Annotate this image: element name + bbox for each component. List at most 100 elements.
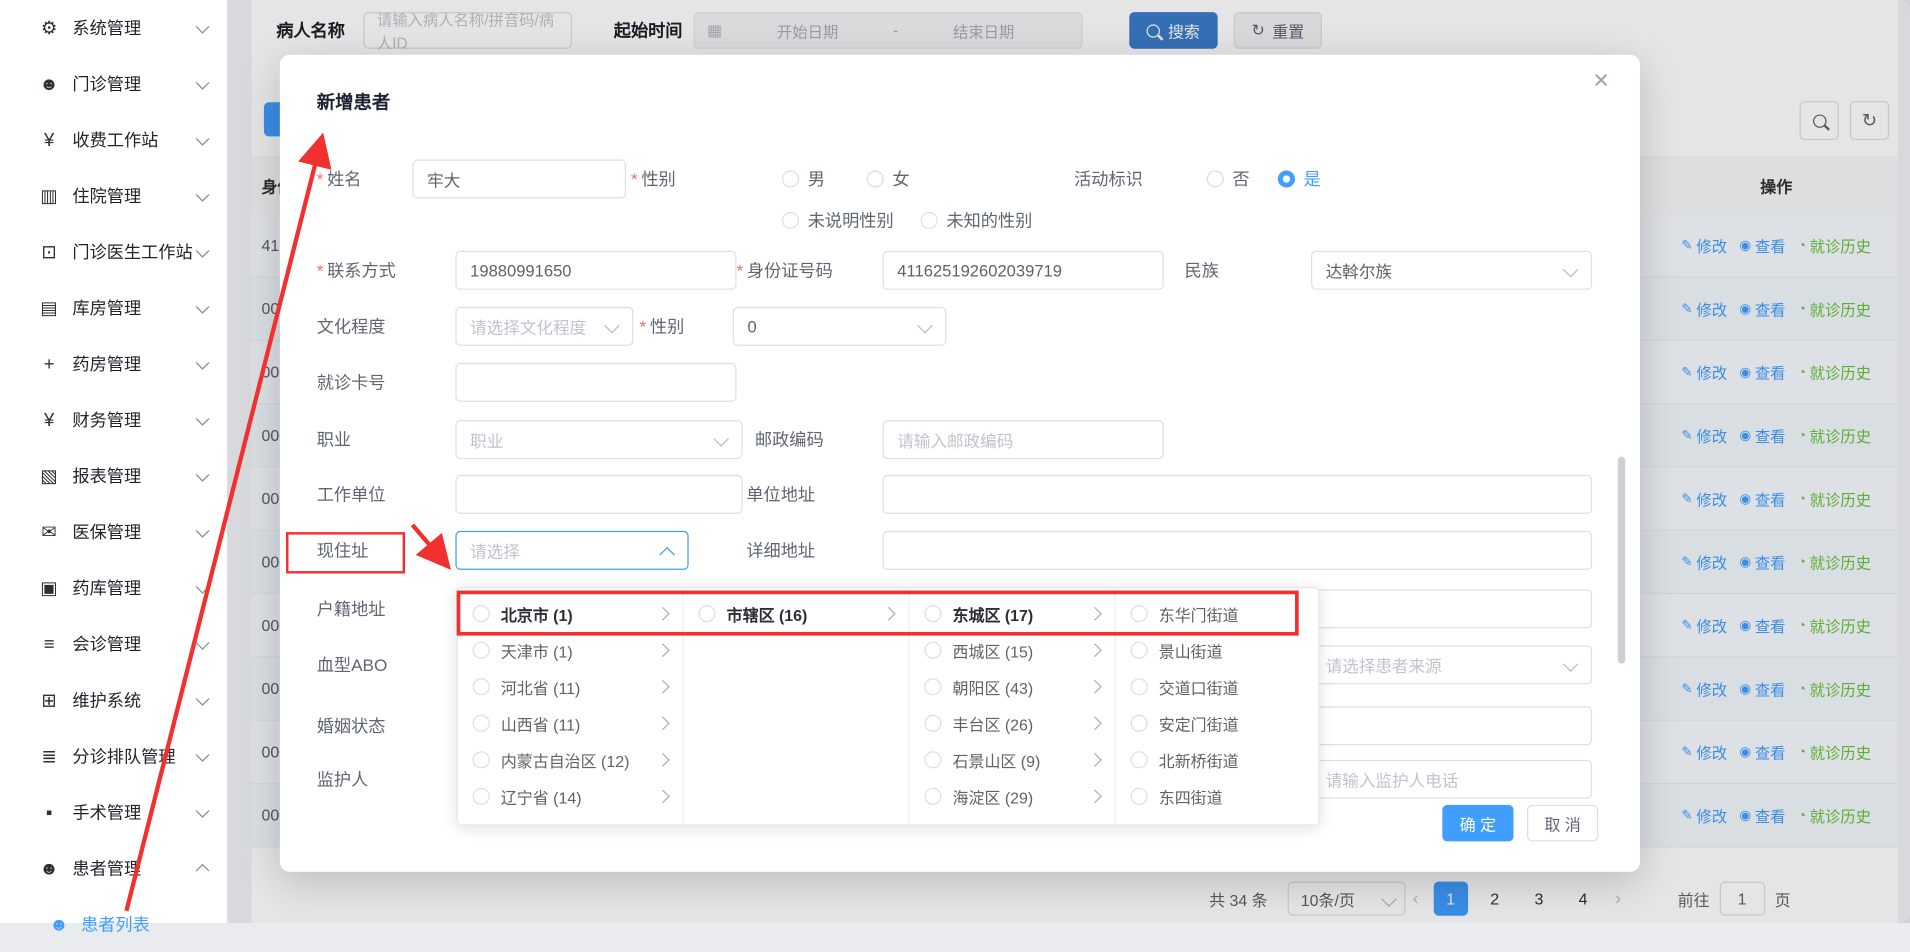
chevron-icon (196, 19, 210, 33)
sidebar-item[interactable]: ¥ 收费工作站 (0, 112, 227, 168)
required-mark: * (640, 317, 647, 336)
required-mark: * (737, 261, 744, 280)
sidebar-item[interactable]: ▧ 报表管理 (0, 448, 227, 504)
sidebar-item[interactable]: ¥ 财务管理 (0, 392, 227, 448)
chevron-right-icon (1088, 716, 1102, 730)
cancel-button[interactable]: 取 消 (1527, 805, 1598, 842)
detail-address-input[interactable] (883, 531, 1593, 570)
district-option[interactable]: 石景山区 (9) (910, 742, 1115, 779)
province-option[interactable]: 北京市 (1) (458, 595, 683, 632)
active-no-radio[interactable]: 否 (1207, 160, 1250, 199)
street-option[interactable]: 东华门街道 (1116, 595, 1319, 632)
sidebar-item[interactable]: ▥ 住院管理 (0, 168, 227, 224)
id-number-label: 身份证号码 (747, 258, 833, 282)
chevron-icon (196, 299, 210, 313)
sidebar-item[interactable]: + 药房管理 (0, 336, 227, 392)
district-option[interactable]: 丰台区 (26) (910, 705, 1115, 742)
radio-icon (867, 170, 884, 187)
required-mark: * (317, 169, 324, 188)
sidebar-item[interactable]: ⊡ 门诊医生工作站 (0, 224, 227, 280)
radio-icon (924, 715, 941, 732)
gender-unstated-radio[interactable]: 未说明性别 (782, 201, 894, 240)
sidebar-item-icon: ☻ (37, 858, 62, 879)
modal-scrollbar[interactable] (1618, 457, 1625, 664)
sidebar-item[interactable]: ▣ 药库管理 (0, 560, 227, 616)
chevron-icon (196, 411, 210, 425)
province-option[interactable]: 河北省 (11) (458, 669, 683, 706)
district-option[interactable]: 朝阳区 (43) (910, 669, 1115, 706)
sidebar-item-icon: ✉ (37, 521, 62, 543)
id-number-input[interactable]: 411625192602039719 (883, 251, 1164, 290)
district-option[interactable]: 海淀区 (29) (910, 778, 1115, 815)
sidebar-item-icon: ¥ (37, 130, 62, 151)
name-label: 姓名 (327, 167, 361, 191)
name-input[interactable]: 牢大 (412, 160, 626, 199)
patient-source-select[interactable]: 请选择患者来源 (1311, 645, 1592, 684)
district-option[interactable]: 东城区 (17) (910, 595, 1115, 632)
sidebar-item[interactable]: ✉ 医保管理 (0, 504, 227, 560)
chevron-icon (196, 691, 210, 705)
sidebar-item[interactable]: ☻ 门诊管理 (0, 56, 227, 112)
sidebar-item[interactable]: ≣ 分诊排队管理 (0, 728, 227, 784)
current-address-label: 现住址 (317, 538, 369, 562)
province-option[interactable]: 内蒙古自治区 (12) (458, 742, 683, 779)
close-icon[interactable]: × (1593, 67, 1609, 94)
ethnicity-select[interactable]: 达斡尔族 (1311, 251, 1592, 290)
city-option[interactable]: 市辖区 (16) (684, 595, 909, 632)
sidebar-item-icon: ▧ (37, 465, 62, 487)
sidebar-item[interactable]: ☻ 患者管理 (0, 840, 227, 896)
radio-icon (1131, 605, 1148, 622)
unit-address-input[interactable] (883, 475, 1593, 514)
district-option[interactable]: 西城区 (15) (910, 632, 1115, 669)
occupation-label: 职业 (317, 427, 351, 451)
chevron-icon (196, 243, 210, 257)
province-option[interactable]: 山西省 (11) (458, 705, 683, 742)
education-select[interactable]: 请选择文化程度 (455, 307, 633, 346)
sidebar-item[interactable]: ≡ 会诊管理 (0, 616, 227, 672)
contact-input[interactable]: 19880991650 (455, 251, 736, 290)
sidebar-item[interactable]: ⚙ 系统管理 (0, 0, 227, 56)
street-option[interactable]: 交道口街道 (1116, 669, 1319, 706)
sidebar-item-patient-list[interactable]: ☻ 患者列表 (0, 896, 227, 952)
province-column: 北京市 (1) 天津市 (1) 河北省 (11) 山西省 (458, 588, 684, 824)
sidebar-item-label: 分诊排队管理 (72, 744, 197, 768)
sidebar-item-icon: ≡ (37, 634, 62, 655)
chevron-right-icon (656, 680, 670, 694)
postcode-input[interactable]: 请输入邮政编码 (883, 420, 1164, 459)
chevron-right-icon (656, 753, 670, 767)
province-option[interactable]: 辽宁省 (14) (458, 778, 683, 815)
street-option[interactable]: 北新桥街道 (1116, 742, 1319, 779)
chevron-right-icon (1088, 680, 1102, 694)
street-option[interactable]: 安定门街道 (1116, 705, 1319, 742)
education-label: 文化程度 (317, 314, 386, 338)
confirm-button[interactable]: 确 定 (1442, 805, 1513, 842)
chevron-down-icon (1563, 262, 1579, 277)
guardian-phone-input[interactable]: 请输入监护人电话 (1311, 760, 1592, 799)
dialog-title: 新增患者 (317, 89, 391, 115)
gender-unknown-radio[interactable]: 未知的性别 (921, 201, 1033, 240)
gender-female-radio[interactable]: 女 (867, 160, 910, 199)
chevron-right-icon (1088, 789, 1102, 803)
street-option[interactable]: 东四街道 (1116, 778, 1319, 815)
card-number-input[interactable] (455, 363, 736, 402)
radio-icon (924, 605, 941, 622)
chevron-up-icon (659, 547, 675, 562)
current-address-cascader[interactable]: 请选择 (455, 531, 688, 570)
occupation-select[interactable]: 职业 (455, 420, 742, 459)
work-unit-input[interactable] (455, 475, 742, 514)
radio-icon (473, 642, 490, 659)
radio-icon (473, 788, 490, 805)
province-option[interactable]: 天津市 (1) (458, 632, 683, 669)
gender2-select[interactable]: 0 (733, 307, 947, 346)
chevron-icon (196, 803, 210, 817)
gender-male-radio[interactable]: 男 (782, 160, 825, 199)
required-mark: * (631, 169, 638, 188)
street-option[interactable]: 景山街道 (1116, 632, 1319, 669)
card-number-label: 就诊卡号 (317, 370, 386, 394)
sidebar-item-label: 报表管理 (72, 464, 197, 488)
sidebar-item[interactable]: ▤ 库房管理 (0, 280, 227, 336)
sidebar-item-icon: ⊡ (37, 241, 62, 263)
sidebar-item[interactable]: ▪ 手术管理 (0, 784, 227, 840)
sidebar-item[interactable]: ⊞ 维护系统 (0, 672, 227, 728)
active-yes-radio[interactable]: 是 (1278, 160, 1321, 199)
